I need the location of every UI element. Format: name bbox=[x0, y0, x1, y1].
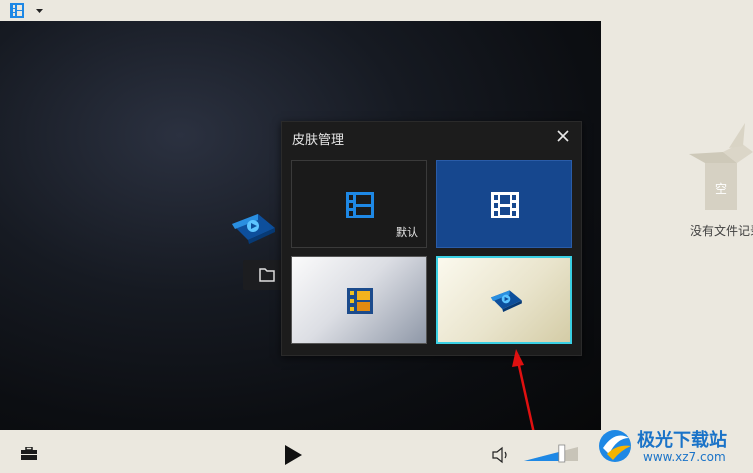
play-icon[interactable] bbox=[283, 444, 303, 466]
no-files-text: 没有文件记录 bbox=[690, 224, 753, 238]
film-strip-icon bbox=[347, 288, 373, 314]
top-toolbar bbox=[0, 0, 601, 21]
watermark-url: www.xz7.com bbox=[643, 450, 726, 464]
empty-badge: 空 bbox=[715, 182, 727, 196]
skin-label: 默认 bbox=[396, 226, 418, 239]
skin-tile-default[interactable]: 默认 bbox=[291, 160, 427, 248]
aurora-logo-icon bbox=[599, 430, 631, 462]
annotation-arrow-icon bbox=[512, 349, 537, 439]
empty-box-icon: 空 bbox=[689, 123, 753, 210]
watermark: 极光下载站 www.xz7.com bbox=[595, 420, 753, 473]
skin-tile-silver[interactable] bbox=[291, 256, 427, 344]
watermark-brand: 极光下载站 bbox=[637, 430, 727, 451]
player-logo-icon bbox=[490, 290, 522, 312]
toolbox-icon[interactable] bbox=[20, 447, 38, 461]
file-list-panel: 空 没有文件记录 bbox=[601, 0, 753, 430]
skin-tile-blue[interactable] bbox=[436, 160, 572, 248]
speaker-icon[interactable] bbox=[491, 446, 511, 464]
film-strip-icon bbox=[491, 192, 519, 218]
player-logo-icon bbox=[232, 214, 275, 244]
volume-knob[interactable] bbox=[558, 444, 566, 463]
main-menu-button[interactable] bbox=[6, 2, 46, 19]
volume-slider[interactable] bbox=[522, 443, 580, 463]
skin-manager-dialog: 皮肤管理 默认 bbox=[281, 121, 582, 356]
film-strip-icon bbox=[346, 192, 374, 218]
skin-tile-cream[interactable] bbox=[436, 256, 572, 344]
dialog-title: 皮肤管理 bbox=[292, 133, 345, 148]
film-strip-icon bbox=[10, 3, 43, 18]
close-icon[interactable] bbox=[555, 128, 571, 144]
